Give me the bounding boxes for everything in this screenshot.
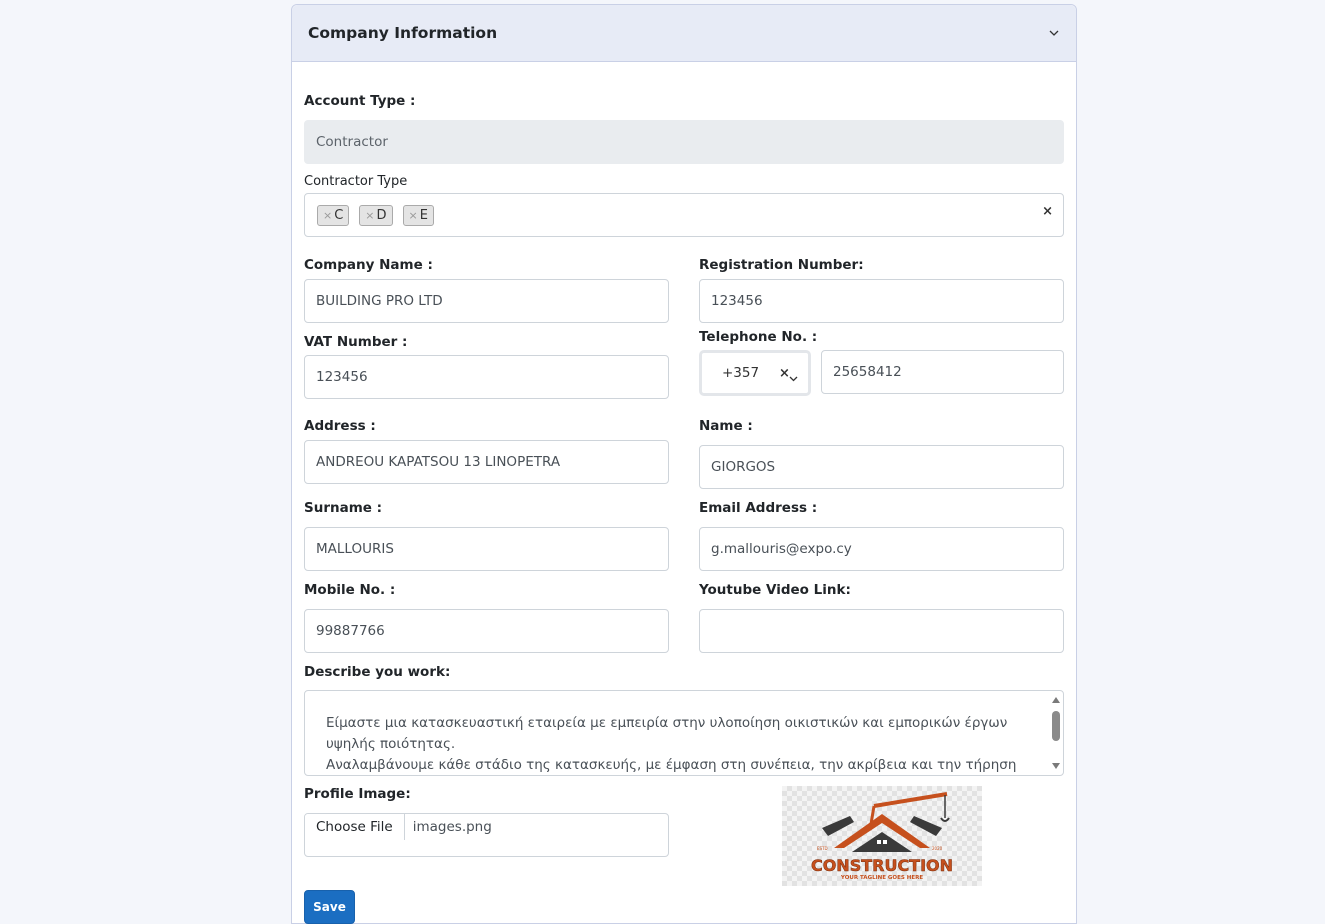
scroll-thumb[interactable]: [1052, 711, 1060, 741]
vat-number-input[interactable]: 123456: [304, 355, 669, 399]
youtube-label: Youtube Video Link:: [699, 582, 851, 598]
email-label: Email Address :: [699, 500, 818, 516]
country-code-value: +357: [722, 365, 760, 381]
country-code-select[interactable]: +357 ×: [699, 350, 811, 396]
telephone-input[interactable]: 25658412: [821, 350, 1064, 394]
logo-title: CONSTRUCTION: [811, 856, 953, 875]
file-name: images.png: [412, 819, 492, 835]
address-label: Address :: [304, 418, 376, 434]
chevron-down-icon[interactable]: [1048, 27, 1060, 39]
surname-input[interactable]: MALLOURIS: [304, 527, 669, 571]
logo-tagline: YOUR TAGLINE GOES HERE: [840, 875, 923, 881]
telephone-label: Telephone No. :: [699, 329, 818, 345]
scroll-up-icon[interactable]: [1052, 697, 1060, 703]
remove-tag-icon[interactable]: ×: [409, 209, 418, 222]
mobile-label: Mobile No. :: [304, 582, 396, 598]
profile-image-preview: ESTD 2020 CONSTRUCTION YOUR TAGLINE GOES…: [782, 786, 982, 886]
address-input[interactable]: ANDREOU KAPATSOU 13 LINOPETRA: [304, 440, 669, 484]
surname-label: Surname :: [304, 500, 383, 516]
choose-file-button[interactable]: Choose File: [305, 814, 405, 840]
remove-tag-icon[interactable]: ×: [323, 209, 332, 222]
section-title: Company Information: [308, 24, 498, 42]
clear-all-icon[interactable]: ×: [1042, 204, 1053, 219]
accordion-header[interactable]: Company Information: [292, 5, 1076, 62]
contractor-tag-d[interactable]: × D: [359, 204, 393, 226]
youtube-input[interactable]: [699, 609, 1064, 653]
profile-image-label: Profile Image:: [304, 786, 411, 802]
company-name-input[interactable]: BUILDING PRO LTD: [304, 279, 669, 323]
contractor-type-select[interactable]: × C × D × E ×: [304, 193, 1064, 237]
registration-number-input[interactable]: 123456: [699, 279, 1064, 323]
logo-estd: ESTD: [817, 846, 828, 851]
description-textarea[interactable]: Είμαστε μια κατασκευαστική εταιρεία με ε…: [304, 690, 1064, 776]
registration-number-label: Registration Number:: [699, 257, 864, 273]
contractor-tag-c[interactable]: × C: [317, 204, 350, 226]
mobile-input[interactable]: 99887766: [304, 609, 669, 653]
account-type-field: Contractor: [304, 120, 1064, 164]
company-name-label: Company Name :: [304, 257, 433, 273]
save-button[interactable]: Save: [304, 890, 355, 924]
contractor-tag-e[interactable]: × E: [402, 204, 434, 226]
construction-logo: ESTD 2020 CONSTRUCTION YOUR TAGLINE GOES…: [811, 792, 953, 881]
logo-year: 2020: [932, 846, 943, 851]
description-text: Είμαστε μια κατασκευαστική εταιρεία με ε…: [326, 715, 1017, 773]
profile-image-file-input[interactable]: Choose File images.png: [304, 813, 669, 857]
chevron-down-icon[interactable]: [789, 370, 798, 386]
contractor-type-label: Contractor Type: [304, 174, 408, 189]
email-input[interactable]: g.mallouris@expo.cy: [699, 527, 1064, 571]
account-type-label: Account Type :: [304, 93, 416, 109]
vat-number-label: VAT Number :: [304, 334, 408, 350]
description-scrollbar[interactable]: [1048, 691, 1063, 775]
scroll-down-icon[interactable]: [1052, 763, 1060, 769]
name-input[interactable]: GIORGOS: [699, 445, 1064, 489]
name-label: Name :: [699, 418, 753, 434]
remove-tag-icon[interactable]: ×: [365, 209, 374, 222]
description-label: Describe you work:: [304, 664, 451, 680]
